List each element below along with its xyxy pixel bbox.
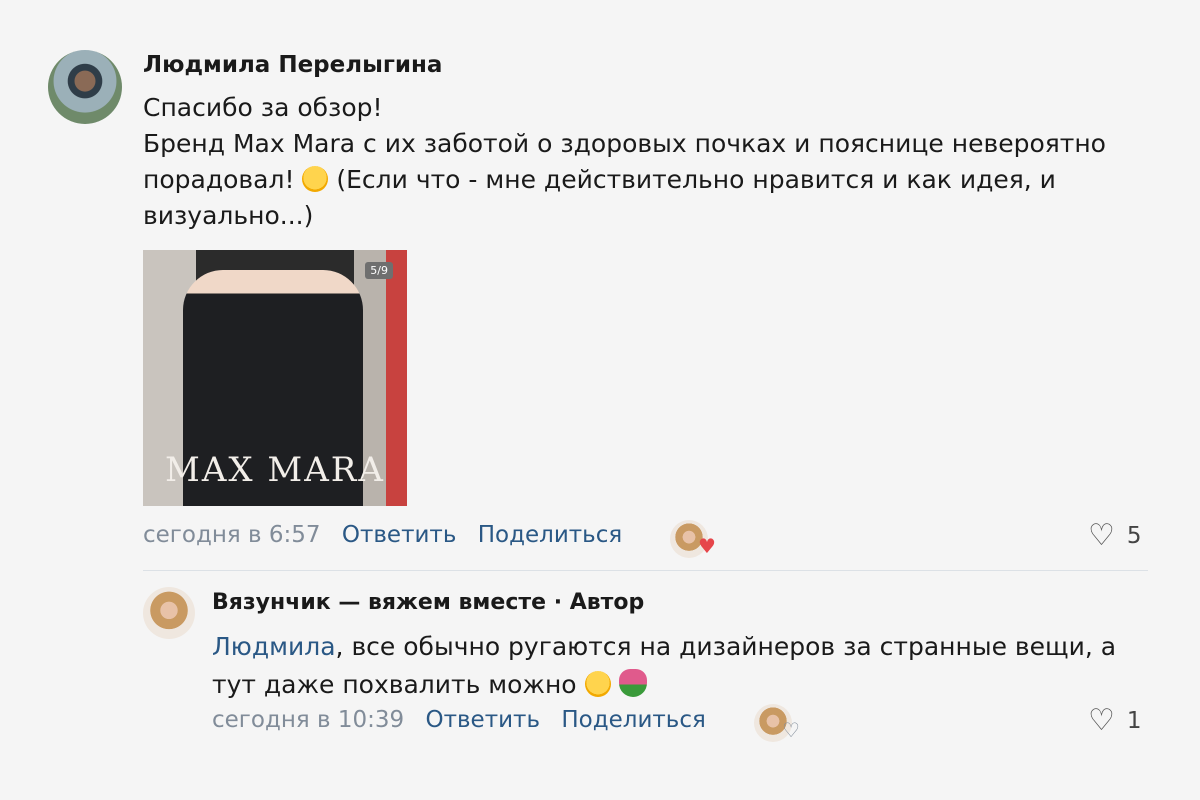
comment-time[interactable]: сегодня в 6:57 xyxy=(143,522,321,548)
heart-outline-icon: ♡ xyxy=(782,718,800,742)
comment-line: Людмила, все обычно ругаются на дизайнер… xyxy=(212,628,1152,666)
mention-link[interactable]: Людмила xyxy=(212,632,336,661)
comment-fragment: порадовал! xyxy=(143,165,295,194)
share-button[interactable]: Поделиться xyxy=(478,522,623,548)
tulip-emoji-icon xyxy=(618,669,647,697)
comment-text: Спасибо за обзор! Бренд Max Mara с их за… xyxy=(143,90,1143,234)
avatar[interactable] xyxy=(48,50,122,124)
comment-author[interactable]: Людмила Перелыгина xyxy=(143,52,442,78)
heart-icon: ♥ xyxy=(698,534,716,558)
comment-line: Спасибо за обзор! xyxy=(143,93,383,122)
comment-meta: сегодня в 6:57 Ответить Поделиться xyxy=(143,522,622,548)
comment-author[interactable]: Вязунчик — вяжем вместе · Автор xyxy=(212,590,644,615)
comment-line: тут даже похвалить можно xyxy=(212,666,1152,704)
like-count: 5 xyxy=(1126,523,1142,549)
comment-fragment: , все обычно ругаются на дизайнеров за с… xyxy=(335,632,1117,661)
like-button[interactable]: ♡ 5 xyxy=(1088,518,1142,553)
share-button[interactable]: Поделиться xyxy=(561,707,706,733)
hugging-face-emoji-icon xyxy=(302,166,329,192)
comment-meta: сегодня в 10:39 Ответить Поделиться xyxy=(212,707,706,733)
divider xyxy=(143,570,1148,571)
attached-photo[interactable]: 5/9 MAX MARA xyxy=(143,250,407,506)
comment-line: порадовал! (Если что - мне действительно… xyxy=(143,162,1143,198)
like-count: 1 xyxy=(1126,708,1142,734)
comment-time[interactable]: сегодня в 10:39 xyxy=(212,707,404,733)
comment-line: Бренд Max Mara с их заботой о здоровых п… xyxy=(143,129,1106,158)
comment-line: визуально...) xyxy=(143,201,314,230)
reply-button[interactable]: Ответить xyxy=(426,707,541,733)
comment-fragment: тут даже похвалить можно xyxy=(212,670,577,699)
reply-button[interactable]: Ответить xyxy=(342,522,457,548)
grinning-face-emoji-icon xyxy=(584,671,611,697)
comment-fragment: (Если что - мне действительно нравится и… xyxy=(336,165,1056,194)
photo-brand-text: MAX MARA xyxy=(165,450,385,490)
heart-icon: ♡ xyxy=(1088,518,1115,553)
avatar[interactable] xyxy=(143,587,195,639)
photo-counter-badge: 5/9 xyxy=(365,262,393,279)
like-button[interactable]: ♡ 1 xyxy=(1088,703,1142,738)
heart-icon: ♡ xyxy=(1088,703,1115,738)
comment-text: Людмила, все обычно ругаются на дизайнер… xyxy=(212,628,1152,704)
